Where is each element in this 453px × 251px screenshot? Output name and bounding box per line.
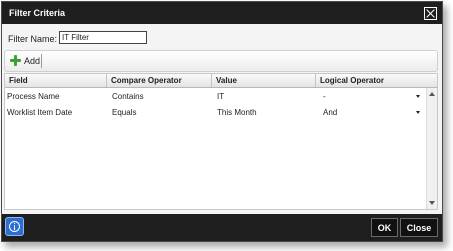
column-header-compare-operator[interactable]: Compare Operator (107, 74, 212, 87)
table-row[interactable]: Process Name Contains IT - (5, 89, 425, 104)
grid-toolbar: Add (4, 50, 438, 72)
filter-criteria-dialog: Filter Criteria Filter Name: IT Filter A… (1, 1, 443, 242)
close-button[interactable]: Close (400, 218, 438, 237)
column-header-logical-operator[interactable]: Logical Operator (316, 74, 439, 87)
cell-logical-operator[interactable]: - (323, 89, 326, 104)
add-button-label: Add (24, 56, 41, 66)
info-button[interactable] (5, 217, 24, 236)
column-header-field[interactable]: Field (5, 74, 107, 87)
ok-button[interactable]: OK (371, 218, 398, 237)
column-header-value[interactable]: Value (212, 74, 316, 87)
close-icon[interactable] (424, 7, 437, 20)
dialog-title: Filter Criteria (9, 8, 66, 18)
table-row[interactable]: Worklist Item Date Equals This Month And (5, 105, 425, 120)
dropdown-arrow-icon[interactable] (416, 111, 420, 114)
cell-value[interactable]: IT (217, 89, 224, 104)
dropdown-arrow-icon[interactable] (416, 95, 420, 98)
vertical-scrollbar[interactable] (426, 88, 437, 209)
filter-name-input[interactable]: IT Filter (59, 31, 147, 44)
grid-header: Field Compare Operator Value Logical Ope… (5, 74, 437, 88)
cell-field[interactable]: Process Name (7, 89, 59, 104)
filter-name-label: Filter Name: (8, 34, 58, 44)
title-bar: Filter Criteria (2, 2, 442, 24)
toolbar-separator (41, 54, 42, 68)
cell-compare-operator[interactable]: Contains (112, 89, 144, 104)
dialog-footer: OK Close (2, 214, 442, 241)
plus-icon (10, 55, 21, 66)
cell-logical-operator[interactable]: And (323, 105, 337, 120)
info-icon (9, 221, 20, 232)
cell-value[interactable]: This Month (217, 105, 257, 120)
scroll-down-arrow-icon[interactable] (429, 201, 435, 205)
cell-compare-operator[interactable]: Equals (112, 105, 136, 120)
cell-field[interactable]: Worklist Item Date (7, 105, 72, 120)
criteria-grid: Field Compare Operator Value Logical Ope… (4, 73, 438, 210)
scroll-up-arrow-icon[interactable] (429, 92, 435, 96)
